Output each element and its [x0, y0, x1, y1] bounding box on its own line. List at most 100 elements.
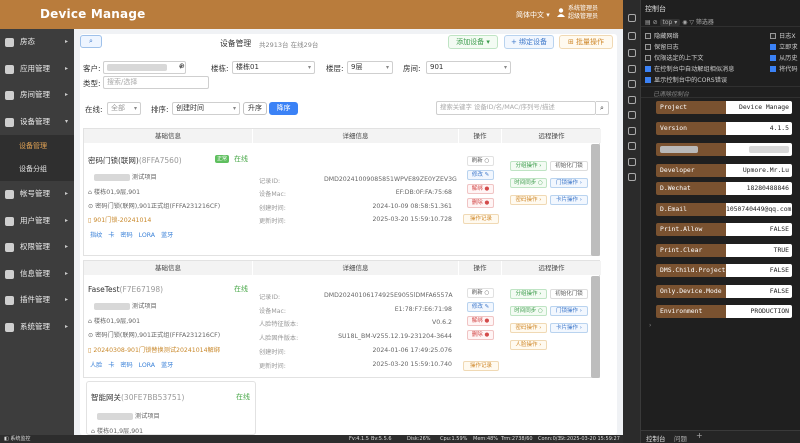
delete-button[interactable]: 删除 ● [467, 198, 494, 208]
bind-device-button[interactable]: + 绑定设备 [504, 35, 554, 49]
context-select[interactable]: top ▾ [659, 19, 681, 26]
elements-icon[interactable] [628, 49, 636, 57]
check-cors[interactable]: 显示控制台中的CORS错误 [645, 75, 727, 84]
gear-icon[interactable] [628, 142, 636, 150]
check-group-similar[interactable]: 在控制台中自动解组相似消息 [645, 64, 734, 73]
device-door-group[interactable]: ▯ 20240308-901门锁替换测试20241014解绑 [88, 345, 220, 354]
refresh-button[interactable]: 刷新 ○ [467, 156, 494, 166]
user-menu[interactable]: 系统管理员 超级管理员 [568, 5, 598, 21]
sources-icon[interactable] [628, 65, 636, 73]
check-history[interactable]: 从历史 [770, 53, 798, 62]
sidebar-subitem-device-manage[interactable]: 设备管理 [0, 135, 74, 158]
column-header-remote: 远程操作 [502, 261, 601, 275]
device-capabilities[interactable]: 指纹 卡 密码 LORA 蓝牙 [90, 230, 173, 239]
group-op-button[interactable]: 分组操作 › [510, 161, 547, 171]
customer-select[interactable]: ▾ [103, 61, 186, 74]
scrollbar[interactable] [591, 144, 600, 256]
operation-log-button[interactable]: 操作记录 [463, 214, 499, 224]
search-toggle-button[interactable]: ⌕ [80, 35, 102, 48]
console-prompt[interactable]: › [649, 322, 651, 329]
unbind-button[interactable]: 解绑 ● [467, 316, 494, 326]
created-time: 2024-10-09 08:58:51.361 [372, 203, 453, 210]
card-op-button[interactable]: 卡片操作 › [550, 195, 588, 205]
application-icon[interactable] [628, 158, 636, 166]
sort-select[interactable]: 创建时间 ▾ [172, 102, 240, 115]
check-log[interactable]: 日志X [770, 31, 796, 40]
updated-time: 2025-03-20 15:59:10.728 [372, 216, 453, 223]
sidebar-item-app[interactable]: 应用管理 ▸ [0, 56, 74, 83]
device-name[interactable]: 密码门锁(联网)(8FFA7560) [88, 155, 182, 166]
refresh-button[interactable]: 刷新 ○ [467, 288, 494, 298]
lock-op-button[interactable]: 门锁操作 › [550, 306, 588, 316]
device-icon[interactable] [628, 32, 636, 40]
device-card: 智能网关(30FE7BB53751) 在线 测试项目 ⌂ 楼栋01,9层,901 [86, 381, 256, 435]
column-header-basic: 基础信息 [84, 129, 252, 143]
add-icon[interactable] [628, 173, 636, 181]
bug-icon[interactable] [628, 96, 636, 104]
delete-button[interactable]: 删除 ● [467, 330, 494, 340]
status-monitor[interactable]: ◧ 系统监控 [4, 435, 30, 443]
sort-asc-button[interactable]: 升序 [243, 102, 267, 115]
group-op-button[interactable]: 分组操作 › [510, 289, 547, 299]
keyword-search-input[interactable]: 搜索关键字 设备ID/名/MAC/序列号/描述 [436, 101, 596, 115]
lock-op-button[interactable]: 门锁操作 › [550, 178, 588, 188]
sidebar-item-system[interactable]: 系统管理 ▸ [0, 314, 74, 341]
check-eager[interactable]: 立即求 [770, 42, 798, 51]
tab-issues[interactable]: 问题 [674, 433, 687, 443]
add-tab-icon[interactable]: + [696, 431, 703, 440]
device-panel: ⌕ 设备管理 共2913台 在线29台 添加设备 ▾ + 绑定设备 ⊞ 批量操作… [80, 34, 617, 435]
face-op-button[interactable]: 人脸操作 › [510, 340, 547, 350]
sidebar-item-devices[interactable]: 设备管理 ▾ [0, 109, 74, 136]
sidebar-item-plugins[interactable]: 插件管理 ▸ [0, 287, 74, 314]
init-lock-button[interactable]: 初始化门锁 [550, 161, 588, 171]
inspect-icon[interactable] [628, 14, 636, 22]
sidebar-item-rooms[interactable]: 房间管理 ▸ [0, 82, 74, 109]
customer-extra-icon[interactable]: ⊕ [176, 61, 186, 74]
network-icon[interactable] [628, 80, 636, 88]
sidebar-subitem-device-group[interactable]: 设备分组 [0, 158, 74, 181]
filter-input[interactable]: 筛选器 [696, 19, 714, 26]
add-device-button[interactable]: 添加设备 ▾ [448, 35, 498, 49]
time-sync-button[interactable]: 时间同步 ○ [510, 178, 547, 188]
device-capabilities[interactable]: 人脸 卡 密码 LORA 蓝牙 [90, 360, 173, 369]
operation-log-button[interactable]: 操作记录 [463, 361, 499, 371]
language-selector[interactable]: 简体中文 ▾ [516, 10, 550, 20]
device-door-group[interactable]: ▯ 901门锁-20241014 [88, 215, 151, 224]
building-select[interactable]: 楼栋01 ▾ [232, 61, 315, 74]
check-selected-context[interactable]: 仅限选定的上下文 [645, 53, 704, 62]
device-name[interactable]: FaseTest(F7E67198) [88, 285, 163, 294]
sidebar-item-info[interactable]: 信息管理 ▸ [0, 261, 74, 288]
init-lock-button[interactable]: 初始化门锁 [550, 289, 588, 299]
sort-desc-button[interactable]: 降序 [269, 102, 298, 115]
type-select[interactable]: 搜索/选择 [103, 76, 209, 89]
device-project: 测试项目 [94, 172, 157, 181]
floor-select[interactable]: 9层 ▾ [347, 61, 393, 74]
time-sync-button[interactable]: 时间同步 ○ [510, 306, 547, 316]
sidebar-item-permissions[interactable]: 权限管理 ▸ [0, 234, 74, 261]
edit-button[interactable]: 修改 ✎ [467, 170, 494, 180]
scrollbar[interactable] [591, 276, 600, 378]
settings-icon [5, 322, 14, 332]
batch-ops-button[interactable]: ⊞ 批量操作 [559, 35, 613, 49]
online-status: 在线 [234, 155, 248, 163]
online-select[interactable]: 全部 ▾ [107, 102, 141, 115]
device-group-info: ⊙ 密码门锁(联网),901正式组(FFFA231216CF) [88, 332, 221, 339]
password-op-button[interactable]: 密码操作 › [510, 323, 547, 333]
wifi-icon[interactable] [628, 111, 636, 119]
device-name[interactable]: 智能网关(30FE7BB53751) [91, 392, 184, 403]
unbind-button[interactable]: 解绑 ● [467, 184, 494, 194]
sidebar-item-room-status[interactable]: 房态 ▸ [0, 29, 74, 56]
sidebar-item-accounts[interactable]: 帐号管理 ▸ [0, 181, 74, 208]
console-table-row: Only.Device.Mode FALSE [656, 285, 792, 298]
check-code[interactable]: 将代码 [770, 64, 798, 73]
card-op-button[interactable]: 卡片操作 › [550, 323, 588, 333]
check-preserve-log[interactable]: 保留日志 [645, 42, 679, 51]
sidebar-item-users[interactable]: 用户管理 ▸ [0, 208, 74, 235]
check-hide-network[interactable]: 隐藏网络 [645, 31, 679, 40]
room-select[interactable]: 901 ▾ [426, 61, 511, 74]
performance-icon[interactable] [628, 127, 636, 135]
password-op-button[interactable]: 密码操作 › [510, 195, 547, 205]
edit-button[interactable]: 修改 ✎ [467, 302, 494, 312]
tab-console[interactable]: 控制台 [646, 433, 666, 443]
search-icon[interactable]: ⌕ [596, 101, 609, 115]
